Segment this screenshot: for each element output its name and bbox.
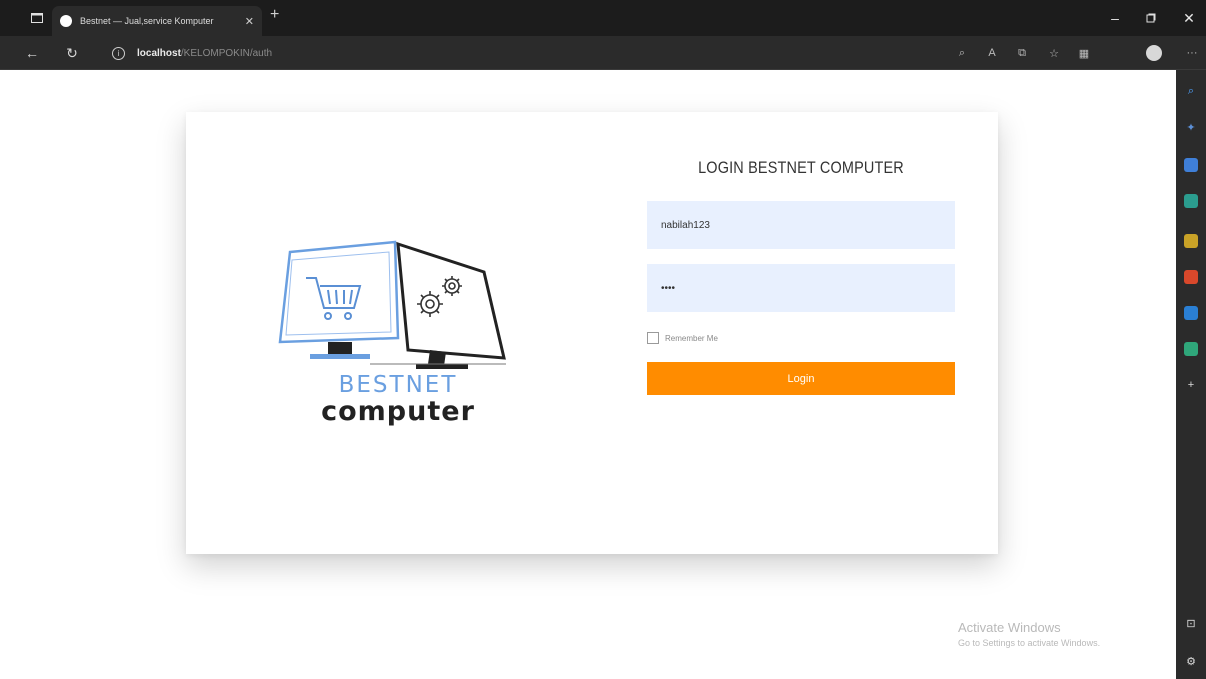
site-info-icon[interactable]: i [112,46,125,60]
office-icon[interactable] [1184,270,1198,284]
tab-favicon-icon [60,15,72,27]
remember-me-label: Remember Me [665,333,718,343]
read-aloud-icon[interactable]: A [980,36,1004,70]
shopping-tag-icon[interactable] [1184,158,1198,172]
watermark-title: Activate Windows [958,620,1061,635]
browser-title-bar: Bestnet — Jual,service Komputer ✕ + – ✕ [0,0,1206,36]
watermark-subtitle: Go to Settings to activate Windows. [958,638,1101,648]
drop-icon[interactable] [1184,342,1198,356]
back-arrow-icon[interactable]: ← [22,36,42,70]
url-host: localhost [137,47,181,59]
login-title: LOGIN BESTNET COMPUTER [698,158,904,177]
login-card: BESTNET computer LOGIN BESTNET COMPUTER … [186,112,998,554]
minimize-icon[interactable]: – [1100,0,1130,36]
username-input[interactable] [647,201,955,249]
hide-sidebar-icon[interactable]: ⊡ [1184,616,1198,630]
remember-me-checkbox[interactable] [647,332,659,344]
favorites-star-icon[interactable]: ☆ [1042,36,1066,70]
login-button[interactable]: Login [647,362,955,395]
tab-title: Bestnet — Jual,service Komputer [80,16,214,26]
add-sidebar-app-icon[interactable]: + [1184,378,1198,392]
tab-close-icon[interactable]: ✕ [245,15,254,28]
restore-icon[interactable] [1136,0,1166,36]
zoom-icon[interactable]: ⌕ [950,36,974,70]
profile-avatar-icon[interactable] [1142,36,1166,70]
browser-tab[interactable]: Bestnet — Jual,service Komputer ✕ [52,6,262,36]
url-field[interactable]: i localhost /KELOMPOKIN/auth [104,41,1168,65]
refresh-icon[interactable]: ↻ [62,36,82,70]
password-input[interactable] [647,264,955,312]
close-window-icon[interactable]: ✕ [1174,0,1204,36]
sidebar-settings-icon[interactable]: ⚙ [1184,654,1198,668]
remember-me[interactable]: Remember Me [647,332,718,344]
browser-sidebar: ⌕ ✦ + ⊡ ⚙ [1176,70,1206,679]
extensions-icon[interactable]: ⧉ [1010,36,1034,70]
address-bar-row: ← ↻ i localhost /KELOMPOKIN/auth ⌕ A ⧉ ☆… [0,36,1206,70]
collections-icon[interactable]: ▦ [1072,36,1096,70]
games-icon[interactable] [1184,234,1198,248]
bestnet-logo: BESTNET computer [278,240,506,427]
discover-icon[interactable]: ✦ [1184,120,1198,134]
search-icon[interactable]: ⌕ [1184,84,1198,98]
logo-dark-monitor [396,241,506,360]
tools-icon[interactable] [1184,194,1198,208]
tab-actions-icon[interactable] [22,0,52,36]
activate-windows-watermark: Activate Windows Go to Settings to activ… [958,620,1100,648]
url-path: /KELOMPOKIN/auth [180,47,273,59]
new-tab-icon[interactable]: + [270,6,279,24]
logo-text-line1: BESTNET [339,372,458,398]
logo-text-line2: computer [321,396,475,427]
outlook-icon[interactable] [1184,306,1198,320]
more-menu-icon[interactable]: ··· [1180,36,1204,70]
